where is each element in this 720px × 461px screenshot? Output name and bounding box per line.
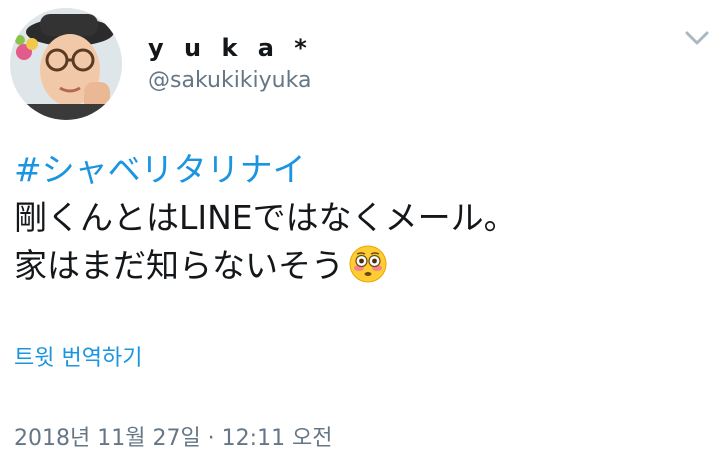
user-handle[interactable]: @sakukikiyuka <box>148 68 313 94</box>
avatar-photo <box>10 8 122 120</box>
tweet-card: y u k a * @sakukikiyuka #シャベリタリナイ 剛くんとはL… <box>0 0 720 461</box>
author-block[interactable]: y u k a * @sakukikiyuka <box>148 34 313 94</box>
avatar[interactable] <box>10 8 122 120</box>
translate-tweet-link[interactable]: 트윗 번역하기 <box>14 345 142 373</box>
tweet-line-2-wrap: 家はまだ知らないそう <box>14 242 517 290</box>
tweet-menu-button[interactable] <box>684 28 710 48</box>
tweet-line-2: 家はまだ知らないそう <box>14 246 344 285</box>
tweet-line-1: 剛くんとはLINEではなくメール。 <box>14 198 517 237</box>
hashtag-link[interactable]: #シャベリタリナイ <box>14 146 517 194</box>
display-name[interactable]: y u k a * <box>148 34 313 62</box>
chevron-down-icon <box>685 31 709 45</box>
flushed-face-icon <box>348 244 388 284</box>
tweet-text: #シャベリタリナイ 剛くんとはLINEではなくメール。 家はまだ知らないそう <box>14 146 517 290</box>
tweet-timestamp[interactable]: 2018년 11월 27일 · 12:11 오전 <box>14 425 333 453</box>
